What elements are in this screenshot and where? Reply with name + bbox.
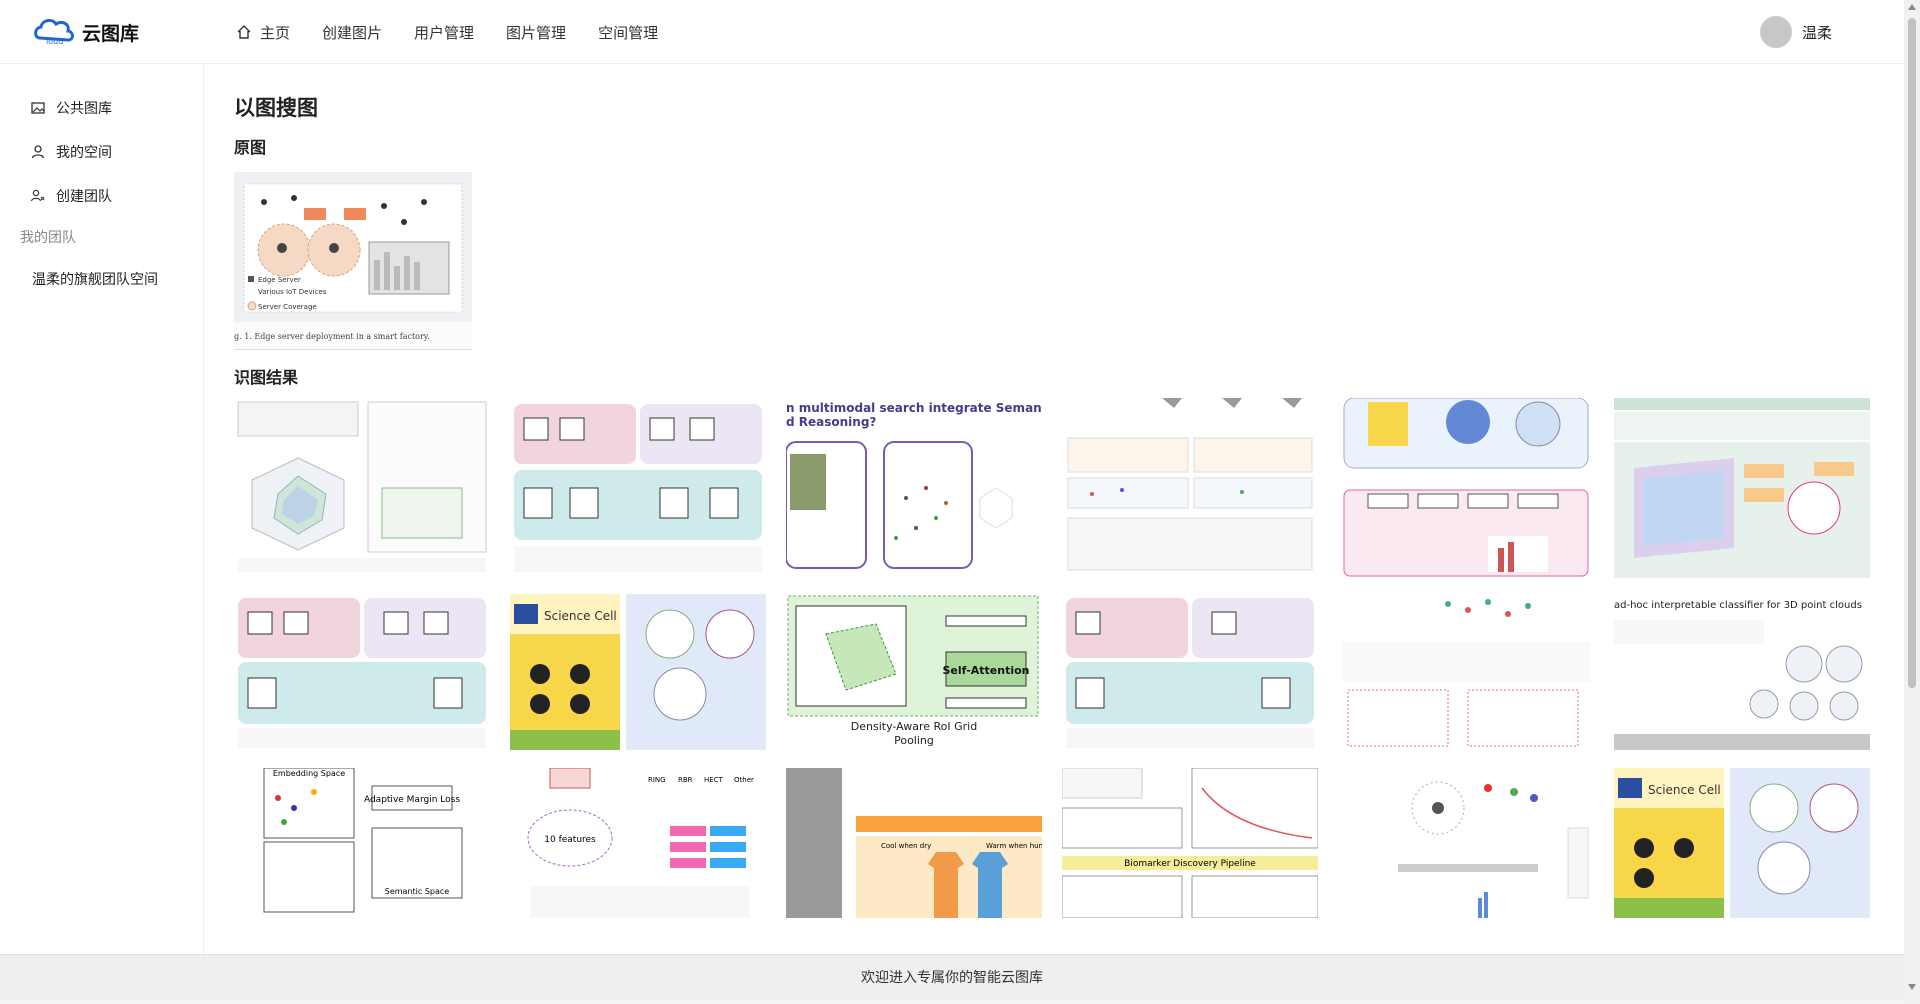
legend-edge-server: Edge Server — [258, 276, 301, 284]
main-content: 以图搜图 原图 Edge Server Various IoT Devices … — [204, 64, 1904, 954]
app-logo[interactable]: loud 云图库 — [32, 14, 139, 50]
sidebar-item-label: 我的空间 — [56, 145, 112, 161]
result-thumbnail[interactable]: Embedding Space Adaptive Margin Loss Sem… — [234, 768, 490, 918]
original-figure: Edge Server Various IoT Devices Server C… — [234, 172, 472, 322]
top-header: loud 云图库 主页 创建图片 用户管理 图片管理 空间管理 温柔 — [0, 0, 1904, 64]
result-title-text: d Reasoning? — [786, 415, 876, 429]
home-icon — [237, 25, 251, 39]
result-thumbnail[interactable]: n multimodal search integrate Semantics … — [786, 398, 1042, 578]
sidebar-item-team-space[interactable]: 温柔的旗舰团队空间 — [0, 258, 203, 302]
result-thumbnail[interactable] — [1338, 398, 1594, 578]
nav-picture-manage-label: 图片管理 — [506, 23, 567, 42]
user-icon — [31, 145, 45, 159]
result-label-text: Adaptive Margin Loss — [364, 795, 460, 805]
user-name: 温柔 — [1802, 23, 1833, 42]
result-thumbnail[interactable]: Cool when dry Warm when humid — [786, 768, 1042, 918]
cloud-logo-icon: loud — [32, 14, 76, 50]
nav-space-manage-label: 空间管理 — [598, 23, 659, 42]
result-thumbnail[interactable] — [234, 398, 490, 578]
result-thumbnail[interactable] — [234, 594, 490, 750]
nav-home-label: 主页 — [260, 23, 291, 42]
user-menu[interactable]: 温柔 — [1760, 16, 1832, 48]
result-caption-text: Pooling — [894, 734, 934, 747]
nav-home[interactable]: 主页 — [236, 22, 290, 43]
result-title-text: n multimodal search integrate Semantics — [786, 401, 1042, 415]
result-title-text: ad-hoc interpretable classifier for 3D p… — [1614, 600, 1862, 611]
result-thumbnail[interactable] — [1614, 398, 1870, 578]
nav-user-manage[interactable]: 用户管理 — [414, 22, 474, 43]
sidebar-group-label: 我的团队 — [20, 230, 76, 246]
sidebar-item-label: 创建团队 — [56, 189, 112, 205]
result-label-text: Cool when dry — [881, 842, 931, 850]
result-label-text: Biomarker Discovery Pipeline — [1124, 859, 1256, 869]
nav-picture-manage[interactable]: 图片管理 — [506, 22, 566, 43]
result-label-text: 10 features — [544, 835, 596, 845]
result-label-text: Embedding Space — [273, 769, 345, 778]
scroll-down-icon[interactable] — [1908, 984, 1916, 990]
result-label-text: HECT — [704, 776, 724, 784]
nav-user-manage-label: 用户管理 — [414, 23, 475, 42]
page-title: 以图搜图 — [234, 96, 318, 120]
result-label-text: Semantic Space — [385, 887, 450, 896]
scroll-up-icon[interactable] — [1908, 4, 1916, 10]
result-thumbnail[interactable]: ad-hoc interpretable classifier for 3D p… — [1614, 594, 1870, 750]
result-label-text: Warm when humid — [986, 842, 1042, 850]
result-thumbnail[interactable]: 10 features RING RBR HECT Other — [510, 768, 766, 918]
original-image[interactable]: Edge Server Various IoT Devices Server C… — [234, 172, 472, 350]
scrollbar-thumb[interactable] — [1908, 18, 1916, 688]
result-label-text: Self-Attention — [942, 664, 1029, 677]
sidebar-item-public-gallery[interactable]: 公共图库 — [0, 86, 203, 130]
legend-coverage: Server Coverage — [258, 303, 317, 311]
sidebar: 公共图库 我的空间 创建团队 我的团队 温柔的旗舰团队空间 — [0, 64, 204, 964]
result-thumbnail[interactable] — [1062, 594, 1318, 750]
main-nav: 主页 创建图片 用户管理 图片管理 空间管理 — [236, 0, 690, 64]
nav-space-manage[interactable]: 空间管理 — [598, 22, 658, 43]
page-scrollbar[interactable] — [1904, 0, 1920, 1004]
result-thumbnail[interactable]: Science Cell — [1614, 768, 1870, 918]
results-label: 识图结果 — [234, 368, 299, 387]
result-thumbnail[interactable]: Self-Attention Density-Aware RoI Grid Po… — [786, 594, 1042, 750]
sidebar-item-label: 公共图库 — [56, 101, 112, 117]
result-label-text: RBR — [678, 776, 693, 784]
app-title: 云图库 — [82, 22, 140, 45]
result-source-text: Science Cell — [544, 609, 617, 623]
original-caption: g. 1. Edge server deployment in a smart … — [234, 332, 430, 341]
result-label-text: RING — [648, 776, 666, 784]
result-label-text: Other — [734, 776, 754, 784]
svg-text:loud: loud — [46, 37, 63, 46]
result-caption-text: Density-Aware RoI Grid — [851, 720, 977, 733]
sidebar-item-create-team[interactable]: 创建团队 — [0, 174, 203, 218]
avatar[interactable] — [1760, 16, 1792, 48]
original-label: 原图 — [234, 138, 267, 157]
result-thumbnail[interactable]: Biomarker Discovery Pipeline — [1062, 768, 1318, 918]
result-thumbnail[interactable]: Science Cell — [510, 594, 766, 750]
result-thumbnail[interactable] — [1338, 768, 1594, 918]
result-thumbnail[interactable] — [1338, 594, 1594, 750]
sidebar-item-my-space[interactable]: 我的空间 — [0, 130, 203, 174]
result-thumbnail[interactable] — [1062, 398, 1318, 578]
legend-iot: Various IoT Devices — [258, 288, 327, 296]
result-thumbnail[interactable] — [510, 398, 766, 578]
team-icon — [30, 189, 45, 202]
footer: 欢迎进入专属你的智能云图库 — [0, 954, 1904, 1000]
picture-icon — [31, 102, 45, 114]
nav-create-picture-label: 创建图片 — [322, 23, 383, 42]
nav-create-picture[interactable]: 创建图片 — [322, 22, 382, 43]
result-source-text: Science Cell — [1648, 783, 1721, 797]
